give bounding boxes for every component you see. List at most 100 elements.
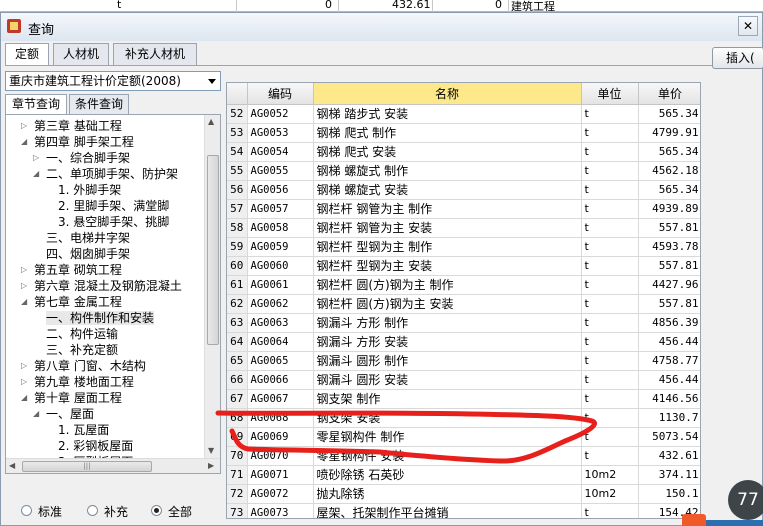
row-number: 65	[227, 351, 248, 371]
table-row[interactable]: 58 AG0058 钢栏杆 钢管为主 安装 t 557.81	[227, 218, 700, 238]
tree-node[interactable]: ◢ 一、屋面	[33, 406, 94, 422]
horizontal-scrollbar[interactable]: ◀ ||| ▶	[6, 458, 220, 473]
price-cell: 4593.78	[638, 237, 700, 257]
unit-cell: t	[581, 218, 639, 238]
code-cell: AG0070	[247, 446, 314, 466]
expanded-arrow-icon[interactable]: ◢	[21, 390, 27, 406]
tree-node[interactable]: 1. 瓦屋面	[58, 422, 109, 438]
table-row[interactable]: 65 AG0065 钢漏斗 圆形 制作 t 4758.77	[227, 351, 700, 371]
price-cell: 565.34	[638, 180, 700, 200]
tree-node-label: 2. 里脚手架、满堂脚	[58, 199, 170, 213]
table-row[interactable]: 56 AG0056 钢梯 螺旋式 安装 t 565.34	[227, 180, 700, 200]
tree-node[interactable]: ▷ 第八章 门窗、木结构	[21, 358, 146, 374]
insert-button[interactable]: 插入(	[712, 47, 763, 69]
tree-node[interactable]: ▷ 第六章 混凝土及钢筋混凝土	[21, 278, 182, 294]
tree-node[interactable]: 1. 外脚手架	[58, 182, 121, 198]
collapsed-arrow-icon[interactable]: ▷	[21, 374, 27, 390]
table-row[interactable]: 66 AG0066 钢漏斗 圆形 安装 t 456.44	[227, 370, 700, 390]
scroll-left-arrow[interactable]: ◀	[9, 461, 15, 470]
table-row[interactable]: 52 AG0052 钢梯 踏步式 安装 t 565.34	[227, 104, 700, 124]
scroll-thumb[interactable]	[207, 155, 219, 345]
table-row[interactable]: 63 AG0063 钢漏斗 方形 制作 t 4856.39	[227, 313, 700, 333]
table-row[interactable]: 64 AG0064 钢漏斗 方形 安装 t 456.44	[227, 332, 700, 352]
radio-dot[interactable]	[87, 505, 98, 516]
code-cell: AG0068	[247, 408, 314, 428]
tree-node[interactable]: ▷ 第三章 基础工程	[21, 118, 122, 134]
row-number: 66	[227, 370, 248, 390]
code-cell: AG0059	[247, 237, 314, 257]
title-bar[interactable]: 查询 ✕	[1, 13, 762, 41]
vertical-scrollbar[interactable]: ▲ ▼	[204, 115, 220, 458]
radio-dot[interactable]	[21, 505, 32, 516]
tree-node[interactable]: 四、烟囱脚手架	[46, 246, 130, 262]
table-row[interactable]: 59 AG0059 钢栏杆 型钢为主 制作 t 4593.78	[227, 237, 700, 257]
table-row[interactable]: 71 AG0071 喷砂除锈 石英砂 10m2 374.11	[227, 465, 700, 485]
radio-dot[interactable]	[151, 505, 162, 516]
table-row[interactable]: 69 AG0069 零星钢构件 制作 t 5073.54	[227, 427, 700, 447]
collapsed-arrow-icon[interactable]: ▷	[21, 262, 27, 278]
tree-node[interactable]: 三、电梯井字架	[46, 230, 130, 246]
collapsed-arrow-icon[interactable]: ▷	[33, 150, 39, 166]
table-row[interactable]: 72 AG0072 抛丸除锈 10m2 150.1	[227, 484, 700, 504]
table-row[interactable]: 70 AG0070 零星钢构件 安装 t 432.61	[227, 446, 700, 466]
tree-node[interactable]: 一、构件制作和安装	[46, 310, 155, 326]
name-cell: 零星钢构件 制作	[313, 427, 582, 447]
name-cell: 钢梯 踏步式 安装	[313, 104, 582, 124]
tree-node[interactable]: ▷ 一、综合脚手架	[33, 150, 130, 166]
tree-node[interactable]: 2. 里脚手架、满堂脚	[58, 198, 169, 214]
row-number: 64	[227, 332, 248, 352]
table-row[interactable]: 61 AG0061 钢栏杆 圆(方)钢为主 制作 t 4427.96	[227, 275, 700, 295]
header-unit[interactable]: 单位	[581, 83, 639, 105]
table-row[interactable]: 62 AG0062 钢栏杆 圆(方)钢为主 安装 t 557.81	[227, 294, 700, 314]
table-row[interactable]: 55 AG0055 钢梯 螺旋式 制作 t 4562.18	[227, 161, 700, 181]
tab-labor-material-machine[interactable]: 人材机	[53, 43, 109, 65]
table-row[interactable]: 53 AG0053 钢梯 爬式 制作 t 4799.91	[227, 123, 700, 143]
quota-library-dropdown[interactable]: 重庆市建筑工程计价定额(2008)	[5, 71, 221, 91]
tree-node[interactable]: ▷ 第九章 楼地面工程	[21, 374, 134, 390]
tree-node[interactable]: ◢ 第七章 金属工程	[21, 294, 122, 310]
unit-cell: t	[581, 332, 639, 352]
header-name[interactable]: 名称	[313, 83, 582, 105]
tree-node-label: 三、电梯井字架	[46, 231, 131, 245]
close-button[interactable]: ✕	[738, 16, 758, 36]
tab-quota[interactable]: 定额	[5, 43, 49, 66]
expanded-arrow-icon[interactable]: ◢	[21, 294, 27, 310]
chevron-down-icon[interactable]	[208, 79, 216, 84]
expanded-arrow-icon[interactable]: ◢	[33, 406, 39, 422]
collapsed-arrow-icon[interactable]: ▷	[21, 278, 27, 294]
table-row[interactable]: 73 AG0073 屋架、托架制作平台摊销 t 154.42	[227, 503, 700, 518]
expanded-arrow-icon[interactable]: ◢	[33, 166, 39, 182]
tree-node[interactable]: ◢ 第四章 脚手架工程	[21, 134, 134, 150]
tree-node[interactable]: ▷ 第五章 砌筑工程	[21, 262, 122, 278]
grip: |||	[83, 462, 91, 470]
table-row[interactable]: 60 AG0060 钢栏杆 型钢为主 安装 t 557.81	[227, 256, 700, 276]
tree-node-label: 第五章 砌筑工程	[34, 263, 122, 277]
tree-node[interactable]: 二、构件运输	[46, 326, 118, 342]
header-code[interactable]: 编码	[247, 83, 314, 105]
collapsed-arrow-icon[interactable]: ▷	[21, 358, 27, 374]
name-cell: 钢栏杆 钢管为主 安装	[313, 218, 582, 238]
tree-node[interactable]: 2. 彩钢板屋面	[58, 438, 133, 454]
name-cell: 钢栏杆 钢管为主 制作	[313, 199, 582, 219]
header-price[interactable]: 单价	[638, 83, 700, 105]
expanded-arrow-icon[interactable]: ◢	[21, 134, 27, 150]
tree-node[interactable]: ◢ 第十章 屋面工程	[21, 390, 122, 406]
scroll-right-arrow[interactable]: ▶	[208, 461, 214, 470]
tree-node[interactable]: 3. 悬空脚手架、挑脚	[58, 214, 169, 230]
tab-supplementary[interactable]: 补充人材机	[113, 43, 197, 65]
scroll-up-arrow[interactable]: ▲	[208, 117, 214, 126]
table-row[interactable]: 67 AG0067 钢支架 制作 t 4146.56	[227, 389, 700, 409]
unit-cell: t	[581, 503, 639, 518]
radio-label: 补充	[104, 505, 129, 519]
table-row[interactable]: 54 AG0054 钢梯 爬式 安装 t 565.34	[227, 142, 700, 162]
table-row[interactable]: 68 AG0068 钢支架 安装 t 1130.7	[227, 408, 700, 428]
tab-chapter-search[interactable]: 章节查询	[5, 94, 67, 114]
tab-condition-search[interactable]: 条件查询	[69, 94, 129, 114]
code-cell: AG0053	[247, 123, 314, 143]
collapsed-arrow-icon[interactable]: ▷	[21, 118, 27, 134]
table-row[interactable]: 57 AG0057 钢栏杆 钢管为主 制作 t 4939.89	[227, 199, 700, 219]
scroll-down-arrow[interactable]: ▼	[208, 446, 214, 455]
hscroll-thumb[interactable]: |||	[22, 461, 152, 472]
tree-node[interactable]: 三、补充定额	[46, 342, 118, 358]
tree-node[interactable]: ◢ 二、单项脚手架、防护架	[33, 166, 178, 182]
